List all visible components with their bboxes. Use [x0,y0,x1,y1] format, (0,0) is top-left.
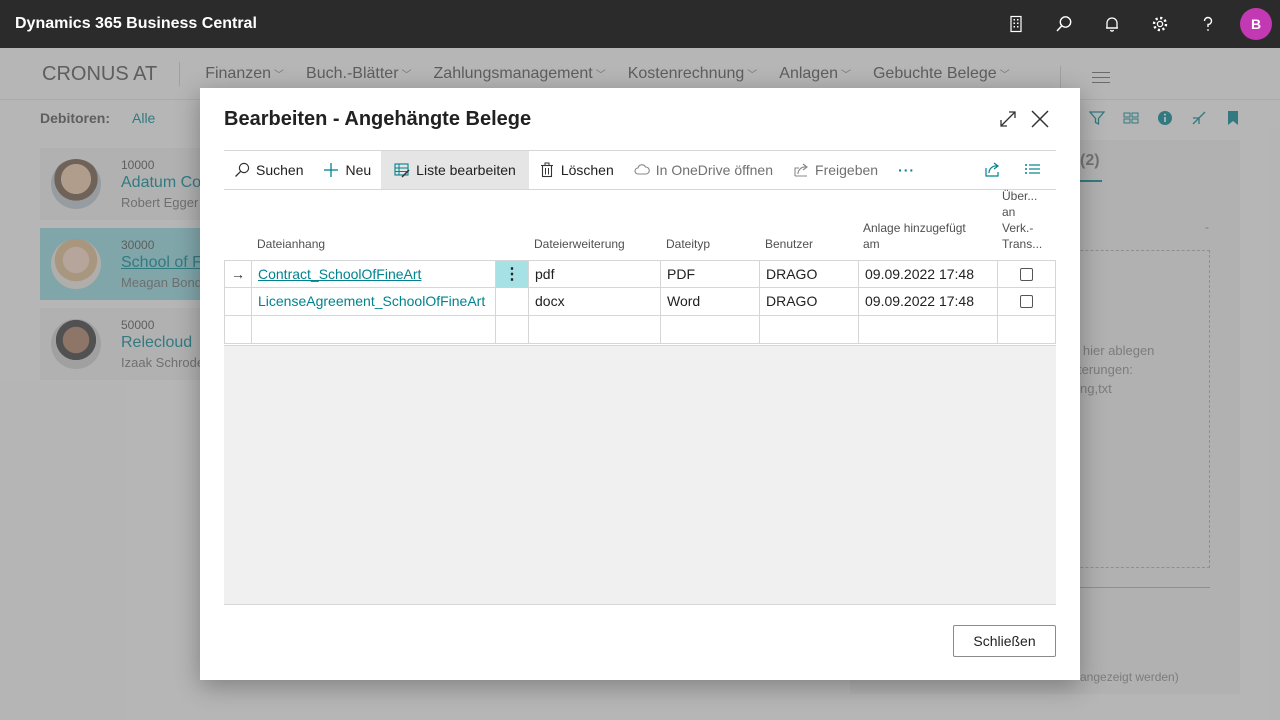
search-icon[interactable] [1040,0,1088,48]
attachment-cell[interactable] [252,316,496,343]
share-icon [794,163,808,177]
new-label: Neu [345,162,372,178]
column-header-flow[interactable]: Über... an Verk.- Trans... [1002,188,1052,252]
flow-cell[interactable] [998,316,1055,343]
grid-header: Dateianhang Dateierweiterung Dateityp Be… [224,188,1056,260]
edit-list-icon [394,163,410,178]
column-header-added[interactable]: Anlage hinzugefügt am [863,220,993,252]
delete-label: Löschen [560,162,614,178]
search-label: Suchen [256,162,304,178]
dialog-title: Bearbeiten - Angehängte Belege [224,108,532,130]
building-icon[interactable] [992,0,1040,48]
more-actions-button[interactable]: ··· [888,151,925,189]
file-type[interactable]: PDF [661,261,760,288]
expand-icon[interactable] [997,108,1019,130]
edit-list-label: Liste bearbeiten [416,162,516,178]
plus-icon [324,163,339,177]
attachment-name[interactable]: LicenseAgreement_SchoolOfFineArt [252,288,496,315]
row-menu-cell [496,316,529,343]
column-header-line: Trans... [1002,237,1043,251]
user-cell[interactable] [760,316,859,343]
app-bar: Dynamics 365 Business Central B [0,0,1280,48]
share-label: Freigeben [815,162,879,178]
attachments-dialog: Bearbeiten - Angehängte Belege Suchen Ne… [200,88,1080,680]
column-header-line: am [863,237,880,251]
gear-icon[interactable] [1136,0,1184,48]
attachment-name[interactable]: Contract_SchoolOfFineArt [252,261,496,288]
attached-date[interactable]: 09.09.2022 17:48 [859,261,998,288]
flow-checkbox-cell [998,288,1055,315]
table-row[interactable]: LicenseAgreement_SchoolOfFineArt docx Wo… [224,288,1056,316]
user[interactable]: DRAGO [760,288,859,315]
file-extension[interactable]: pdf [529,261,661,288]
empty-new-row[interactable] [224,316,1056,344]
flow-checkbox[interactable] [1020,295,1033,308]
onedrive-label: In OneDrive öffnen [655,162,774,178]
edit-list-button[interactable]: Liste bearbeiten [381,151,529,189]
trash-icon [540,162,553,178]
close-button[interactable]: Schließen [953,625,1056,657]
open-in-onedrive-button[interactable]: In OneDrive öffnen [624,151,783,189]
user[interactable]: DRAGO [760,261,859,288]
column-header-line: Anlage hinzugefügt [863,221,966,235]
column-header-line: Über... [1002,189,1038,203]
flow-checkbox[interactable] [1020,268,1033,281]
table-row[interactable]: → Contract_SchoolOfFineArt ⋮ pdf PDF DRA… [224,260,1056,288]
row-marker-cell [225,316,252,343]
list-view-icon[interactable] [1016,151,1056,189]
search-button[interactable]: Suchen [224,151,313,189]
file-type[interactable]: Word [661,288,760,315]
delete-button[interactable]: Löschen [529,151,624,189]
column-header-extension[interactable]: Dateierweiterung [534,236,625,252]
extension-cell[interactable] [529,316,661,343]
flow-checkbox-cell [998,261,1055,288]
row-marker-arrow-icon: → [225,261,252,288]
grid-empty-area [224,345,1056,605]
help-icon[interactable] [1184,0,1232,48]
dialog-toolbar: Suchen Neu Liste bearbeiten Löschen In O… [224,150,1056,190]
column-header-line: Verk.- [1002,221,1034,235]
column-header-type[interactable]: Dateityp [666,236,710,252]
more-icon: ··· [898,162,916,178]
bell-icon[interactable] [1088,0,1136,48]
column-header-attachment[interactable]: Dateianhang [257,236,325,252]
row-menu-cell [496,288,529,315]
date-cell[interactable] [859,316,998,343]
share-button[interactable]: Freigeben [783,151,888,189]
column-header-user[interactable]: Benutzer [765,236,813,252]
file-extension[interactable]: docx [529,288,661,315]
user-avatar[interactable]: B [1240,8,1272,40]
row-menu-icon[interactable]: ⋮ [496,261,529,288]
app-title: Dynamics 365 Business Central [15,15,257,32]
share-page-icon[interactable] [976,151,1016,189]
column-header-line: an [1002,205,1016,219]
new-button[interactable]: Neu [313,151,381,189]
attachments-grid: Dateianhang Dateierweiterung Dateityp Be… [224,188,1056,344]
attached-date[interactable]: 09.09.2022 17:48 [859,288,998,315]
type-cell[interactable] [661,316,760,343]
search-icon [235,162,250,177]
close-icon[interactable] [1029,108,1051,130]
cloud-icon [634,164,650,175]
row-marker-cell [225,288,252,315]
